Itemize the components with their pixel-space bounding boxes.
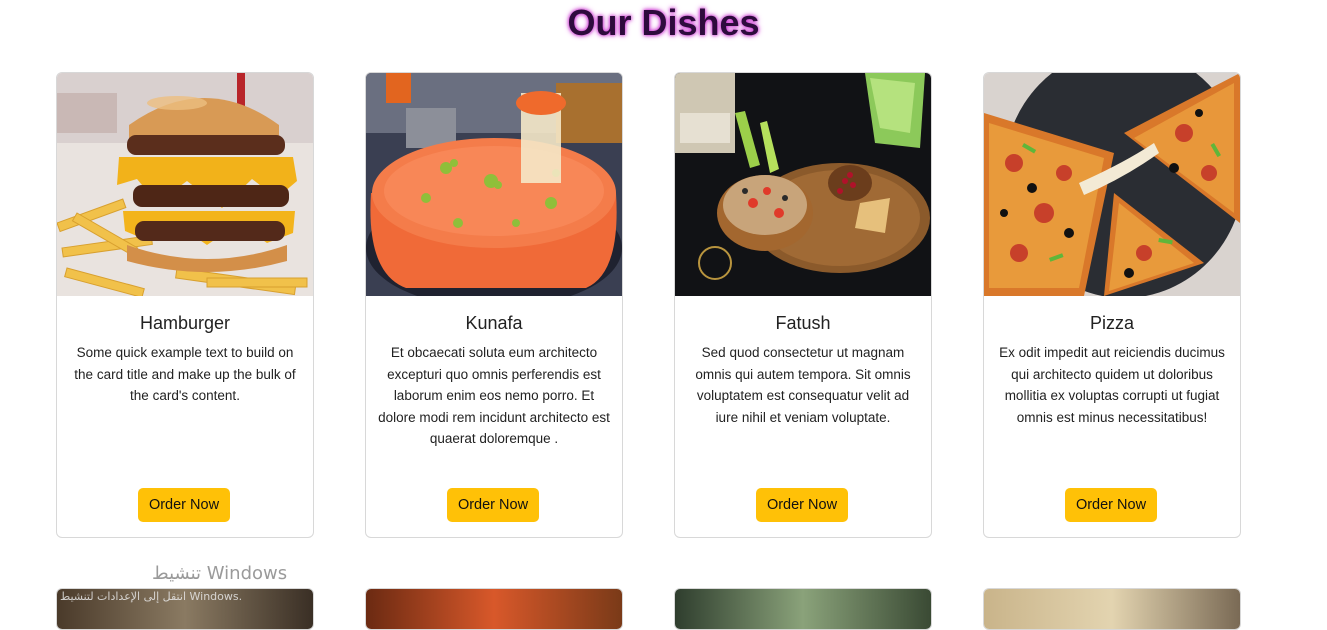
order-now-button[interactable]: Order Now xyxy=(447,488,539,522)
dish-title: Pizza xyxy=(1089,313,1134,333)
dish-description: Some quick example text to build on the … xyxy=(74,345,296,403)
order-now-button[interactable]: Order Now xyxy=(138,488,230,522)
dish-title: Hamburger xyxy=(139,313,231,333)
windows-activation-watermark: تنشيط Windows xyxy=(152,563,288,584)
windows-activation-subtext: انتقل إلى الإعدادات لتنشيط Windows. xyxy=(60,590,243,603)
fatush-image xyxy=(675,73,931,296)
dish-card-row2-3 xyxy=(674,588,932,630)
kunafa-image xyxy=(366,73,622,296)
dish-card-hamburger: Hamburger Some quick example text to bui… xyxy=(56,72,314,538)
dish-card-row2-4 xyxy=(983,588,1241,630)
dish-card-fatush: Fatush Sed quod consectetur ut magnam om… xyxy=(674,72,932,538)
dish-description: Et obcaecati soluta eum architecto excep… xyxy=(378,345,610,446)
dish-card-kunafa: Kunafa Et obcaecati soluta eum architect… xyxy=(365,72,623,538)
order-now-button[interactable]: Order Now xyxy=(1065,488,1157,522)
hamburger-image xyxy=(57,73,313,296)
dish-title: Kunafa xyxy=(465,313,523,333)
dish-description: Ex odit impedit aut reiciendis ducimus q… xyxy=(999,345,1225,425)
dish-card-pizza: Pizza Ex odit impedit aut reiciendis duc… xyxy=(983,72,1241,538)
dish-description: Sed quod consectetur ut magnam omnis qui… xyxy=(695,345,911,425)
pizza-image xyxy=(984,73,1240,296)
dish-image xyxy=(984,589,1240,629)
dish-image xyxy=(366,589,622,629)
page-title: Our Dishes xyxy=(567,2,760,43)
dish-image xyxy=(675,589,931,629)
order-now-button[interactable]: Order Now xyxy=(756,488,848,522)
dish-card-row2-2 xyxy=(365,588,623,630)
dish-title: Fatush xyxy=(775,313,831,333)
